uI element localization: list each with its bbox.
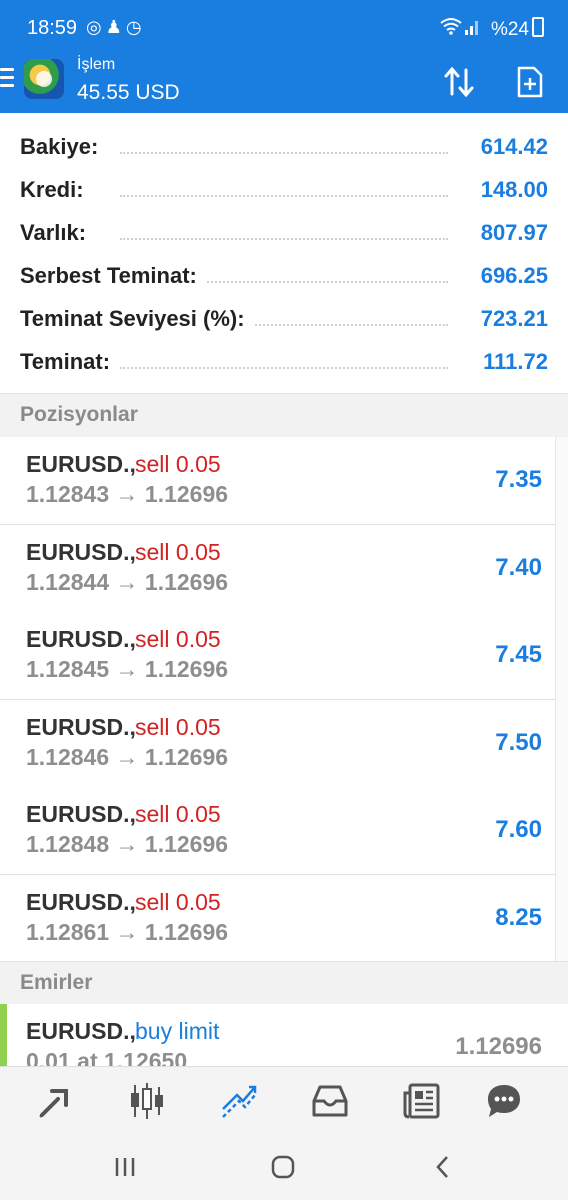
recent-apps-icon[interactable] <box>110 1152 140 1182</box>
position-symbol: EURUSD., <box>26 714 136 740</box>
summary-value: 614.42 <box>472 134 548 160</box>
equity-subtitle: 45.55 USD <box>77 81 180 104</box>
position-side: sell 0.05 <box>135 889 221 915</box>
battery-icon <box>532 17 544 37</box>
section-header-positions: Pozisyonlar <box>0 393 568 438</box>
summary-label: Varlık: <box>20 220 95 246</box>
order-symbol: EURUSD., <box>26 1018 136 1044</box>
position-row[interactable]: EURUSD., sell 0.05 1.12861 → 1.12696 8.2… <box>0 875 568 963</box>
position-profit: 7.35 <box>495 466 542 493</box>
back-icon[interactable] <box>428 1152 458 1182</box>
bottom-navigation <box>0 1066 568 1135</box>
battery-indicator: %24 <box>491 17 544 41</box>
new-order-icon[interactable] <box>516 66 544 98</box>
trade-icon[interactable] <box>217 1079 261 1123</box>
position-side: sell 0.05 <box>135 714 221 740</box>
position-row[interactable]: EURUSD., sell 0.05 1.12844 → 1.12696 7.4… <box>0 525 568 613</box>
app-logo <box>24 59 64 99</box>
position-symbol: EURUSD., <box>26 801 136 827</box>
position-prices: 1.12848 → 1.12696 <box>26 831 229 857</box>
position-prices: 1.12845 → 1.12696 <box>26 656 229 682</box>
status-bar: 18:59 ◎♟◷ %24 <box>0 0 568 56</box>
signal-icon <box>465 17 481 40</box>
sort-icon[interactable] <box>442 64 478 100</box>
summary-value: 148.00 <box>472 177 548 203</box>
position-profit: 7.60 <box>495 816 542 843</box>
battery-percent: %24 <box>490 19 529 40</box>
chart-icon[interactable] <box>125 1079 169 1123</box>
wifi-icon <box>440 17 462 40</box>
status-time: 18:59 <box>27 17 78 39</box>
summary-row-free-margin: Serbest Teminat: 696.25 <box>20 255 548 298</box>
position-symbol: EURUSD., <box>26 889 136 915</box>
position-symbol: EURUSD., <box>26 451 136 477</box>
position-row[interactable]: EURUSD., sell 0.05 1.12846 → 1.12696 7.5… <box>0 700 568 788</box>
position-profit: 7.40 <box>495 554 542 581</box>
quotes-icon[interactable] <box>34 1079 78 1123</box>
account-summary: Bakiye: 614.42 Kredi: 148.00 Varlık: 807… <box>0 113 568 393</box>
section-title: Emirler <box>20 971 93 994</box>
summary-value: 723.21 <box>472 306 548 332</box>
position-prices: 1.12846 → 1.12696 <box>26 744 229 770</box>
order-indicator-bar <box>0 1004 7 1066</box>
news-icon[interactable] <box>400 1079 444 1123</box>
notification-icons: ◎♟◷ <box>86 17 146 38</box>
position-profit: 7.45 <box>495 641 542 668</box>
section-title: Pozisyonlar <box>20 403 138 426</box>
order-current-price: 1.12696 <box>455 1033 542 1060</box>
summary-label: Bakiye: <box>20 134 107 160</box>
positions-scrollbar[interactable] <box>555 437 568 962</box>
summary-value: 696.25 <box>472 263 548 289</box>
summary-row-equity: Varlık: 807.97 <box>20 212 548 255</box>
order-description: 0.01 at 1.12650 <box>26 1048 188 1066</box>
app-bar: İşlem 45.55 USD <box>0 56 568 113</box>
page-title: İşlem <box>77 56 116 73</box>
top-bar: 18:59 ◎♟◷ %24 İşlem 45.55 USD <box>0 0 568 113</box>
position-row[interactable]: EURUSD., sell 0.05 1.12843 → 1.12696 7.3… <box>0 437 568 525</box>
position-prices: 1.12843 → 1.12696 <box>26 481 229 507</box>
app-notification-icon: ♟ <box>105 17 126 37</box>
summary-row-credit: Kredi: 148.00 <box>20 169 548 212</box>
section-header-orders: Emirler <box>0 961 568 1006</box>
whatsapp-icon: ◎ <box>86 17 106 37</box>
summary-value: 111.72 <box>475 349 548 375</box>
summary-label: Serbest Teminat: <box>20 263 205 289</box>
order-type: buy limit <box>135 1018 220 1044</box>
menu-icon[interactable] <box>0 68 14 90</box>
position-side: sell 0.05 <box>135 626 221 652</box>
position-row[interactable]: EURUSD., sell 0.05 1.12845 → 1.12696 7.4… <box>0 612 568 700</box>
system-navigation <box>0 1134 568 1200</box>
summary-row-margin: Teminat: 111.72 <box>20 341 548 384</box>
messages-icon[interactable] <box>482 1079 526 1123</box>
summary-row-balance: Bakiye: 614.42 <box>20 126 548 169</box>
position-side: sell 0.05 <box>135 539 221 565</box>
position-profit: 7.50 <box>495 729 542 756</box>
order-row[interactable]: EURUSD., buy limit 0.01 at 1.12650 1.126… <box>0 1004 568 1066</box>
position-side: sell 0.05 <box>135 451 221 477</box>
summary-row-margin-level: Teminat Seviyesi (%): 723.21 <box>20 298 548 341</box>
summary-label: Teminat Seviyesi (%): <box>20 306 253 332</box>
home-icon[interactable] <box>268 1152 298 1182</box>
position-symbol: EURUSD., <box>26 539 136 565</box>
summary-value: 807.97 <box>472 220 548 246</box>
position-profit: 8.25 <box>495 904 542 931</box>
summary-label: Kredi: <box>20 177 92 203</box>
position-prices: 1.12861 → 1.12696 <box>26 919 229 945</box>
history-icon[interactable] <box>308 1079 352 1123</box>
position-side: sell 0.05 <box>135 801 221 827</box>
position-symbol: EURUSD., <box>26 626 136 652</box>
position-prices: 1.12844 → 1.12696 <box>26 569 229 595</box>
clock-icon: ◷ <box>125 17 146 37</box>
summary-label: Teminat: <box>20 349 119 375</box>
position-row[interactable]: EURUSD., sell 0.05 1.12848 → 1.12696 7.6… <box>0 787 568 875</box>
